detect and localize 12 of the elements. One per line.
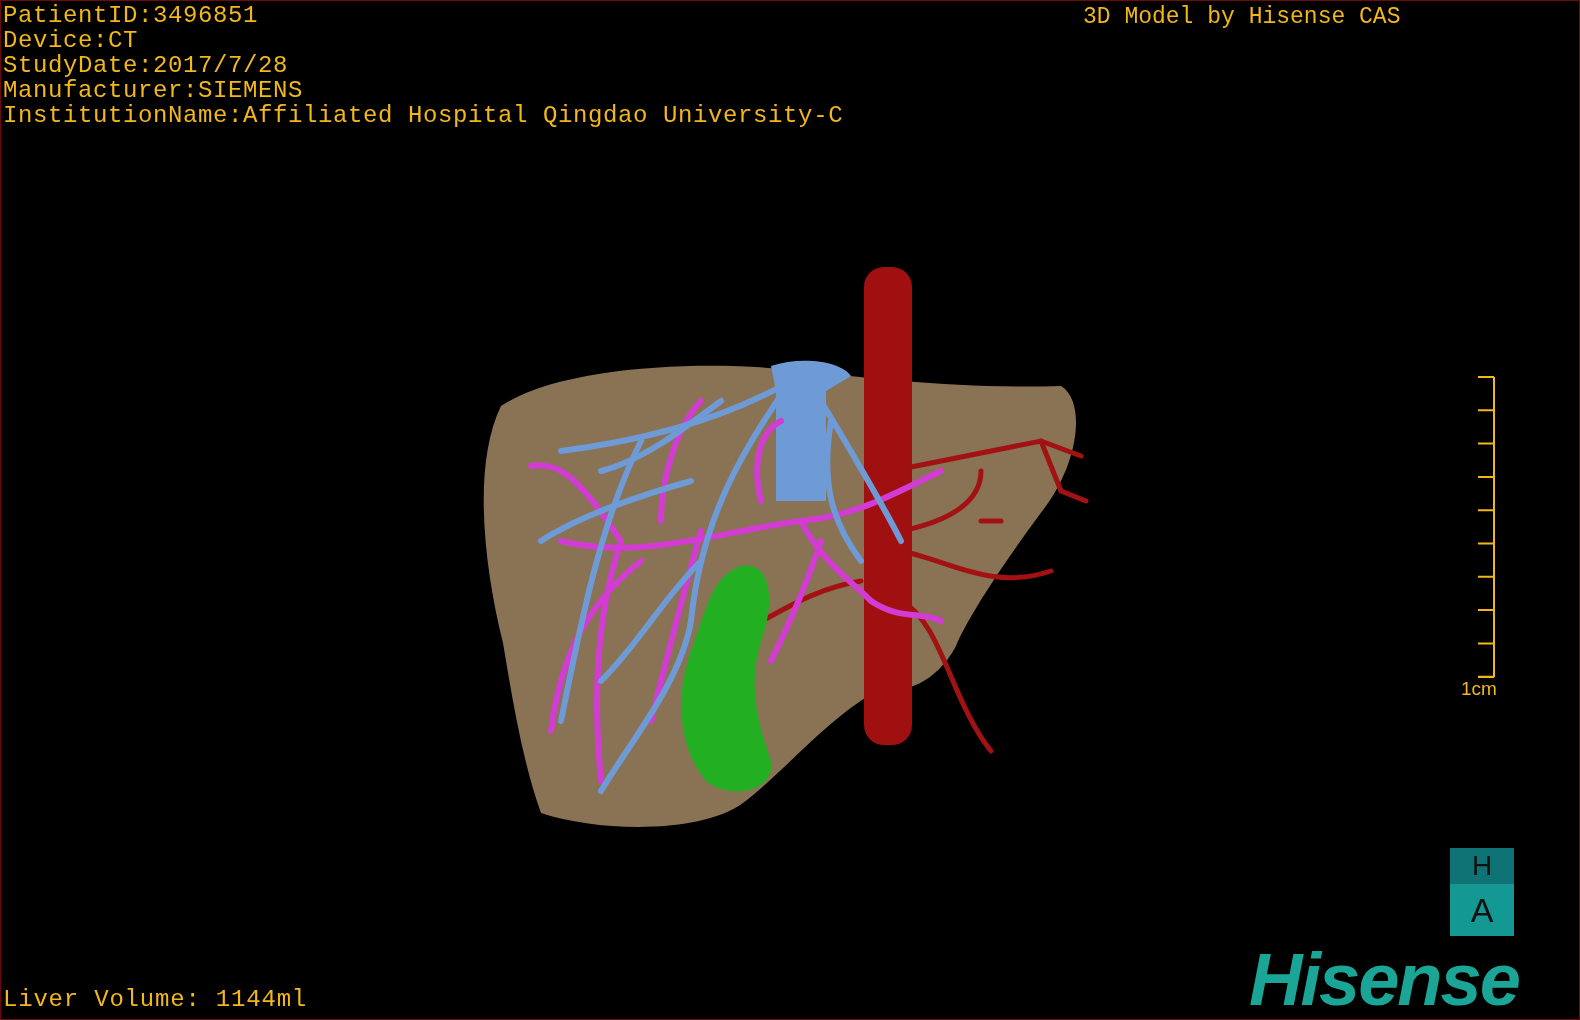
info-line: Device:CT <box>3 28 140 53</box>
info-line: InstitutionName:Affiliated Hospital Qingdao University-C <box>3 103 844 128</box>
scale-label: 1cm <box>1461 678 1497 700</box>
info-line: StudyDate:2017/7/28 <box>3 53 290 78</box>
info-line: Manufacturer:SIEMENS <box>3 78 305 103</box>
scale-bar-icon <box>1475 376 1496 678</box>
logo: Hisense <box>1249 947 1519 1013</box>
orientation-cube-face: A <box>1450 884 1514 936</box>
volume-readout: Liver Volume: 1144ml <box>3 987 308 1013</box>
model-credit: 3D Model by Hisense CAS <box>1083 4 1401 30</box>
info-line: PatientID:3496851 <box>3 3 260 28</box>
orientation-cube-face: H <box>1450 848 1514 884</box>
